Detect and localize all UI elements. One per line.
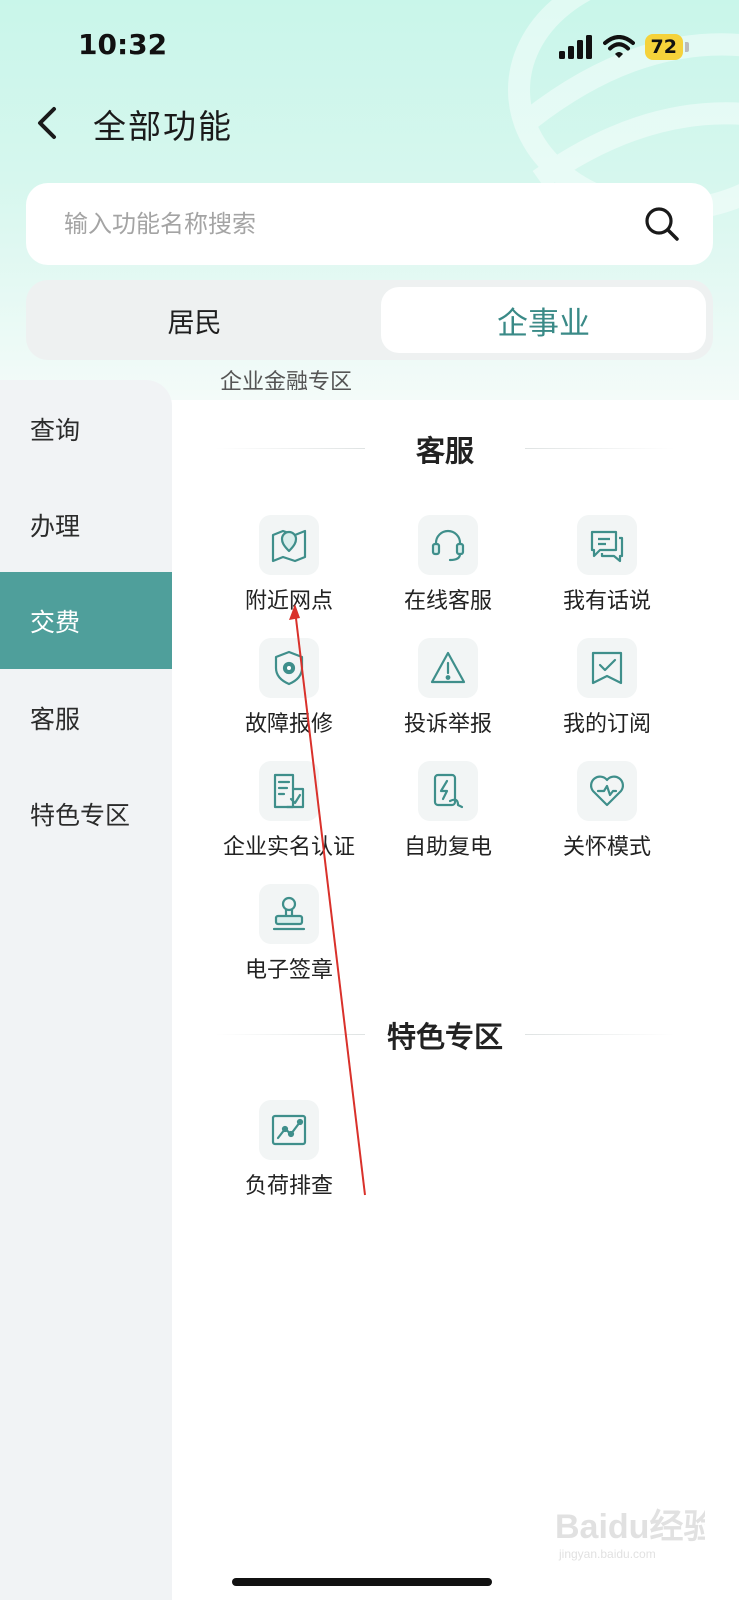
shield-gear-icon bbox=[274, 650, 304, 686]
line-chart-icon bbox=[271, 1114, 307, 1146]
function-care-mode[interactable]: 关怀模式 bbox=[527, 761, 687, 871]
tile-icon-box bbox=[259, 1100, 319, 1160]
divider-line bbox=[525, 1034, 675, 1035]
section-header-service: 客服 bbox=[215, 428, 675, 468]
search-bar[interactable] bbox=[26, 183, 713, 265]
function-my-subscription[interactable]: 我的订阅 bbox=[527, 638, 687, 748]
tile-icon-box bbox=[259, 638, 319, 698]
tile-icon-box bbox=[259, 761, 319, 821]
cellular-signal-icon bbox=[558, 35, 592, 59]
function-online-service[interactable]: 在线客服 bbox=[368, 515, 528, 625]
warning-icon bbox=[430, 651, 466, 684]
function-load-check[interactable]: 负荷排查 bbox=[209, 1100, 369, 1210]
sidebar-item-service[interactable]: 客服 bbox=[0, 669, 172, 766]
power-restore-icon bbox=[433, 773, 464, 809]
sidebar-item-payment[interactable]: 交费 bbox=[0, 572, 172, 669]
battery-level: 72 bbox=[644, 34, 683, 60]
home-indicator[interactable] bbox=[232, 1578, 492, 1586]
baidu-watermark: Baidu经验 jingyan.baidu.com bbox=[555, 1507, 705, 1561]
function-label: 我有话说 bbox=[562, 589, 651, 614]
category-sidebar: 查询 办理 交费 客服 特色专区 bbox=[0, 380, 172, 1600]
section-title: 客服 bbox=[415, 434, 474, 468]
function-label: 在线客服 bbox=[403, 589, 492, 614]
clipped-section-text: 企业金融专区 bbox=[220, 370, 353, 391]
document-check-icon bbox=[273, 773, 305, 809]
function-label: 投诉举报 bbox=[403, 712, 492, 737]
function-e-seal[interactable]: 电子签章 bbox=[209, 884, 369, 994]
sidebar-item-handle[interactable]: 办理 bbox=[0, 476, 172, 573]
function-feedback[interactable]: 我有话说 bbox=[527, 515, 687, 625]
function-label: 负荷排查 bbox=[244, 1174, 333, 1199]
function-complaint[interactable]: 投诉举报 bbox=[368, 638, 528, 748]
search-input[interactable] bbox=[64, 183, 604, 265]
tile-icon-box bbox=[259, 884, 319, 944]
tile-icon-box bbox=[577, 515, 637, 575]
function-label: 电子签章 bbox=[244, 958, 333, 983]
function-nearby-outlets[interactable]: 附近网点 bbox=[209, 515, 369, 625]
headset-icon bbox=[431, 529, 465, 562]
page-title: 全部功能 bbox=[93, 107, 233, 146]
function-label: 故障报修 bbox=[244, 712, 333, 737]
status-time: 10:32 bbox=[78, 28, 168, 61]
watermark-text: Baidu经验 bbox=[555, 1507, 705, 1546]
function-label: 关怀模式 bbox=[562, 835, 651, 860]
function-self-power-restore[interactable]: 自助复电 bbox=[368, 761, 528, 871]
tile-icon-box bbox=[259, 515, 319, 575]
map-pin-icon bbox=[271, 529, 307, 563]
chat-icon bbox=[590, 530, 624, 563]
watermark-subtext: jingyan.baidu.com bbox=[558, 1547, 656, 1561]
stamp-icon bbox=[272, 896, 306, 931]
status-icons: 72 bbox=[558, 34, 689, 60]
sidebar-item-query[interactable]: 查询 bbox=[0, 380, 172, 477]
section-header-special: 特色专区 bbox=[215, 1014, 675, 1054]
user-type-switch: 居民 企事业 bbox=[26, 280, 713, 360]
tab-enterprise[interactable]: 企事业 bbox=[381, 287, 706, 353]
function-label: 自助复电 bbox=[403, 835, 492, 860]
tile-icon-box bbox=[418, 761, 478, 821]
search-icon[interactable] bbox=[643, 205, 681, 243]
function-label: 附近网点 bbox=[244, 589, 333, 614]
heart-icon bbox=[590, 775, 624, 807]
battery-nub bbox=[685, 42, 689, 52]
back-arrow-icon[interactable] bbox=[32, 103, 62, 143]
tile-icon-box bbox=[577, 638, 637, 698]
wifi-icon bbox=[602, 35, 635, 58]
section-title: 特色专区 bbox=[386, 1020, 503, 1054]
function-label: 企业实名认证 bbox=[222, 835, 355, 860]
function-fault-repair[interactable]: 故障报修 bbox=[209, 638, 369, 748]
bookmark-check-icon bbox=[591, 651, 623, 685]
function-label: 我的订阅 bbox=[562, 712, 651, 737]
tile-icon-box bbox=[418, 515, 478, 575]
divider-line bbox=[525, 448, 675, 449]
tile-icon-box bbox=[577, 761, 637, 821]
sidebar-item-special[interactable]: 特色专区 bbox=[0, 765, 172, 862]
tab-resident[interactable]: 居民 bbox=[32, 287, 357, 353]
clipped-section-label: 企业金融专区 bbox=[220, 360, 353, 391]
tile-icon-box bbox=[418, 638, 478, 698]
function-enterprise-verification[interactable]: 企业实名认证 bbox=[209, 761, 369, 871]
